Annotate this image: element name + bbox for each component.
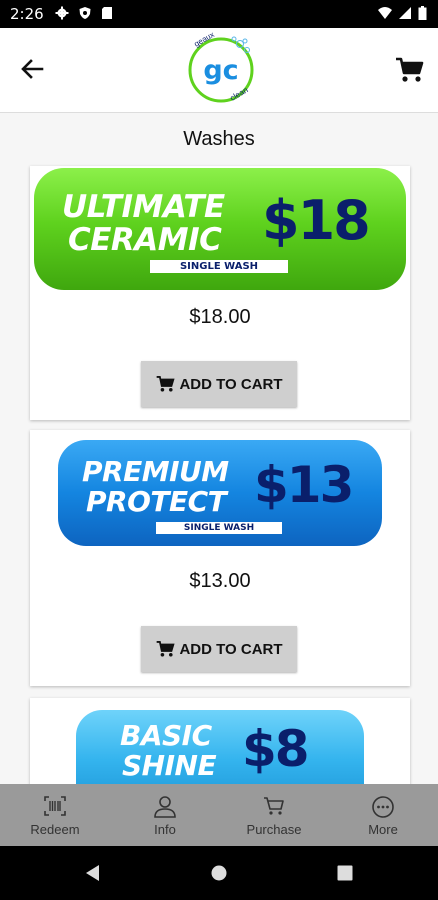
wifi-icon <box>378 7 392 19</box>
system-back-icon[interactable] <box>84 864 100 882</box>
shield-icon <box>79 7 91 19</box>
nav-label: Purchase <box>246 822 302 837</box>
product-price: $13.00 <box>189 570 251 592</box>
logo-text: gc <box>203 55 238 86</box>
banner-line-1: ULTIMATE <box>62 189 225 225</box>
back-arrow-icon[interactable] <box>18 55 46 83</box>
product-card-ultimate-ceramic: ULTIMATE CERAMIC $18 SINGLE WASH $18.00 … <box>30 166 410 420</box>
banner-line-2: CERAMIC <box>68 222 222 258</box>
cart-icon <box>157 376 176 392</box>
banner-price: $18 <box>262 189 371 252</box>
banner-subtitle: SINGLE WASH <box>150 260 288 273</box>
settings-icon <box>55 6 69 20</box>
cart-icon <box>157 641 176 657</box>
banner-price: $13 <box>254 456 354 514</box>
barcode-icon <box>44 796 66 816</box>
banner-subtitle: SINGLE WASH <box>156 522 282 534</box>
add-to-cart-button[interactable]: ADD TO CART <box>141 626 297 672</box>
product-banner: ULTIMATE CERAMIC $18 SINGLE WASH <box>34 168 406 290</box>
system-recents-icon[interactable] <box>337 865 353 881</box>
more-icon <box>372 796 394 818</box>
nav-purchase[interactable]: Purchase <box>219 784 329 846</box>
cart-icon <box>264 797 284 815</box>
sd-card-icon <box>102 7 112 19</box>
nav-label: Redeem <box>30 822 80 837</box>
status-time: 2:26 <box>10 5 44 23</box>
bottom-navigation: Redeem Info Purchase More <box>0 784 438 846</box>
banner-line-2: PROTECT <box>86 485 227 518</box>
app-bar: geaux clean gc <box>0 28 438 113</box>
nav-label: More <box>368 822 398 837</box>
page-title: Washes <box>183 128 255 150</box>
nav-info[interactable]: Info <box>110 784 220 846</box>
cart-icon[interactable] <box>394 56 424 84</box>
product-banner: PREMIUM PROTECT $13 SINGLE WASH <box>58 440 382 546</box>
banner-line-1: PREMIUM <box>82 455 229 488</box>
logo-arc-top: geaux <box>193 30 216 49</box>
add-to-cart-button[interactable]: ADD TO CART <box>141 361 297 407</box>
person-icon <box>154 796 176 818</box>
system-navigation-bar <box>0 846 438 900</box>
banner-line-1: BASIC <box>120 719 212 752</box>
banner-price: $8 <box>242 720 310 778</box>
signal-icon <box>399 7 411 19</box>
banner-line-2: SHINE <box>122 749 217 782</box>
nav-redeem[interactable]: Redeem <box>0 784 110 846</box>
system-home-icon[interactable] <box>211 865 227 881</box>
product-card-premium-protect: PREMIUM PROTECT $13 SINGLE WASH $13.00 A… <box>30 430 410 686</box>
add-to-cart-label: ADD TO CART <box>179 640 283 658</box>
add-to-cart-label: ADD TO CART <box>179 375 283 393</box>
nav-more[interactable]: More <box>328 784 438 846</box>
battery-icon <box>418 6 427 20</box>
status-bar: 2:26 <box>0 0 438 28</box>
logo-arc-bottom: clean <box>229 85 250 102</box>
geaux-clean-logo: geaux clean gc <box>188 30 254 103</box>
nav-label: Info <box>154 822 176 837</box>
product-price: $18.00 <box>189 306 251 328</box>
